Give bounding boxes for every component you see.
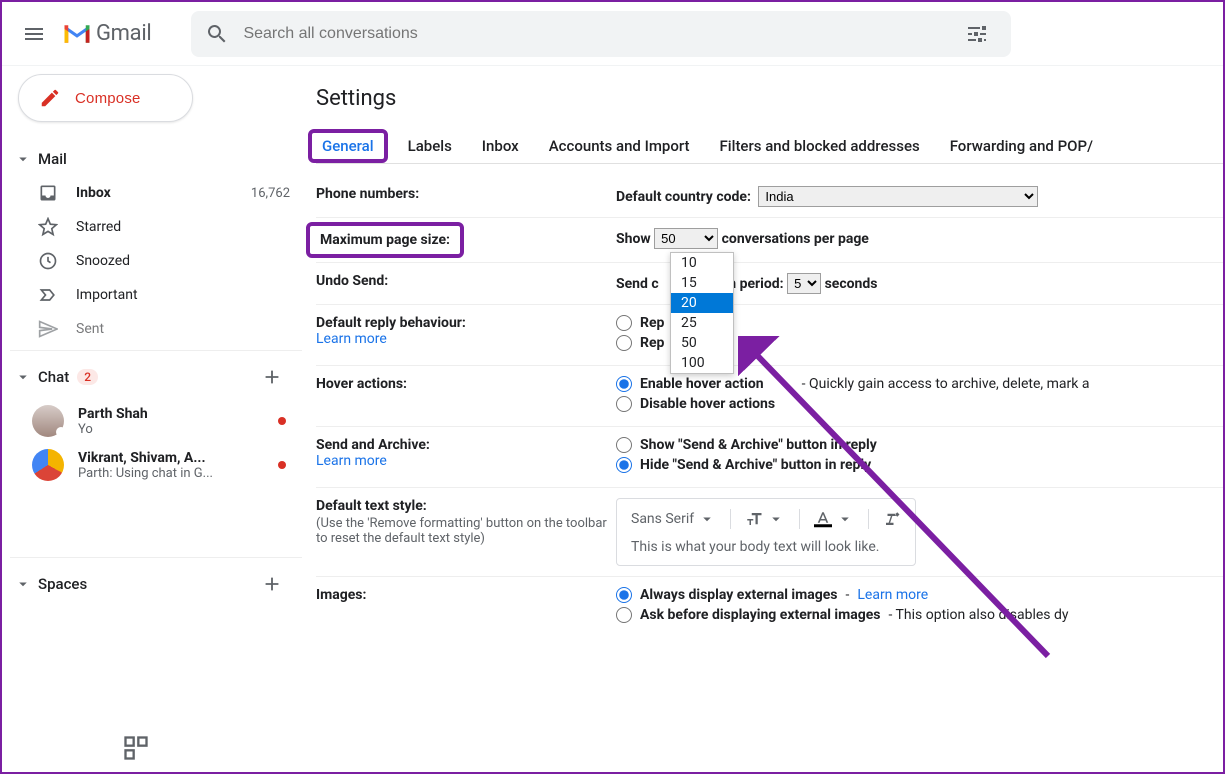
archive-label: Send and Archive:Learn more — [316, 437, 616, 477]
search-icon — [205, 22, 229, 46]
caret-down-icon — [767, 510, 785, 528]
important-icon — [38, 285, 58, 305]
chat-item[interactable]: Vikrant, Shivam, A... Parth: Using chat … — [10, 443, 302, 487]
plus-icon — [261, 366, 283, 388]
country-code-select[interactable]: India — [758, 186, 1038, 207]
page-size-option[interactable]: 50 — [671, 333, 733, 353]
hover-disable-option[interactable] — [616, 396, 632, 412]
inbox-icon — [38, 183, 58, 203]
clear-formatting-button[interactable] — [883, 510, 901, 528]
hover-enable-option[interactable] — [616, 376, 632, 392]
page-title: Settings — [316, 86, 1223, 111]
phone-label: Phone numbers: — [316, 186, 616, 207]
font-size-button[interactable] — [745, 510, 785, 528]
font-family-button[interactable]: Sans Serif — [631, 510, 716, 528]
font-toolbar: Sans Serif This is what your body text w… — [616, 498, 916, 566]
compose-icon — [39, 87, 61, 109]
gmail-icon — [62, 22, 92, 46]
search-bar[interactable] — [191, 11, 1011, 57]
new-space-button[interactable] — [258, 570, 286, 598]
page-size-option[interactable]: 20 — [671, 293, 733, 313]
avatar — [32, 449, 64, 481]
images-always-option[interactable] — [616, 587, 632, 603]
page-size-option[interactable]: 15 — [671, 273, 733, 293]
text-size-icon — [745, 510, 763, 528]
spaces-section-header[interactable]: Spaces — [10, 557, 302, 606]
undo-label: Undo Send: — [316, 273, 616, 294]
page-size-dropdown[interactable]: 1015202550100 — [670, 252, 734, 374]
tab-forwarding[interactable]: Forwarding and POP/ — [948, 129, 1095, 163]
avatar — [32, 405, 64, 437]
images-ask-option[interactable] — [616, 607, 632, 623]
tab-accounts[interactable]: Accounts and Import — [547, 129, 692, 163]
mail-section-header[interactable]: Mail — [10, 142, 302, 176]
new-chat-button[interactable] — [258, 363, 286, 391]
archive-show-option[interactable] — [616, 437, 632, 453]
chat-badge: 2 — [77, 369, 98, 385]
clock-icon — [38, 251, 58, 271]
settings-panel: Settings General Labels Inbox Accounts a… — [302, 66, 1223, 772]
caret-down-icon — [698, 510, 716, 528]
chat-item[interactable]: Parth Shah Yo — [10, 399, 302, 443]
caret-down-icon — [14, 150, 32, 168]
gmail-wordmark: Gmail — [96, 21, 151, 46]
unread-indicator — [278, 461, 286, 469]
caret-down-icon — [836, 510, 854, 528]
nav-important[interactable]: Important — [10, 278, 302, 312]
app-header: Gmail — [2, 2, 1223, 66]
plus-icon — [261, 573, 283, 595]
undo-period-select[interactable]: 5 — [787, 273, 821, 294]
archive-hide-option[interactable] — [616, 457, 632, 473]
search-options-button[interactable] — [957, 14, 997, 54]
page-size-option[interactable]: 10 — [671, 253, 733, 273]
gmail-logo[interactable]: Gmail — [62, 21, 151, 46]
nav-snoozed[interactable]: Snoozed — [10, 244, 302, 278]
tab-inbox[interactable]: Inbox — [480, 129, 521, 163]
tune-icon — [965, 22, 989, 46]
caret-down-icon — [14, 368, 32, 386]
tab-general[interactable]: General — [316, 129, 380, 163]
star-icon — [38, 217, 58, 237]
images-label: Images: — [316, 587, 616, 627]
clear-format-icon — [883, 510, 901, 528]
reply-all-option[interactable] — [616, 335, 632, 351]
textstyle-label: Default text style:(Use the 'Remove form… — [316, 498, 616, 566]
tab-filters[interactable]: Filters and blocked addresses — [718, 129, 922, 163]
menu-icon — [22, 22, 46, 46]
unread-indicator — [278, 417, 286, 425]
images-learn-more[interactable]: Learn more — [857, 587, 928, 603]
reply-label: Default reply behaviour:Learn more — [316, 315, 616, 355]
tab-labels[interactable]: Labels — [406, 129, 454, 163]
caret-down-icon — [14, 575, 32, 593]
sidebar: Compose Mail Inbox 16,762 Starred Snooze… — [2, 66, 302, 772]
compose-label: Compose — [75, 90, 141, 107]
reply-learn-more[interactable]: Learn more — [316, 331, 387, 347]
reply-option[interactable] — [616, 315, 632, 331]
page-size-select[interactable]: 50 — [654, 228, 718, 249]
chat-section-header[interactable]: Chat 2 — [10, 350, 302, 399]
search-input[interactable] — [243, 25, 957, 43]
text-color-icon — [814, 510, 832, 528]
hover-label: Hover actions: — [316, 376, 616, 416]
main-menu-button[interactable] — [10, 10, 58, 58]
settings-tabs: General Labels Inbox Accounts and Import… — [316, 129, 1223, 164]
page-size-option[interactable]: 25 — [671, 313, 733, 333]
page-size-option[interactable]: 100 — [671, 353, 733, 373]
nav-sent[interactable]: Sent — [10, 312, 302, 346]
send-icon — [38, 319, 58, 339]
compose-button[interactable]: Compose — [18, 74, 193, 122]
font-color-button[interactable] — [814, 510, 854, 528]
archive-learn-more[interactable]: Learn more — [316, 453, 387, 469]
page-size-label: Maximum page size: — [316, 228, 616, 252]
nav-inbox[interactable]: Inbox 16,762 — [10, 176, 302, 210]
font-sample-text: This is what your body text will look li… — [631, 539, 901, 555]
nav-starred[interactable]: Starred — [10, 210, 302, 244]
grid-view-icon[interactable] — [122, 734, 150, 762]
